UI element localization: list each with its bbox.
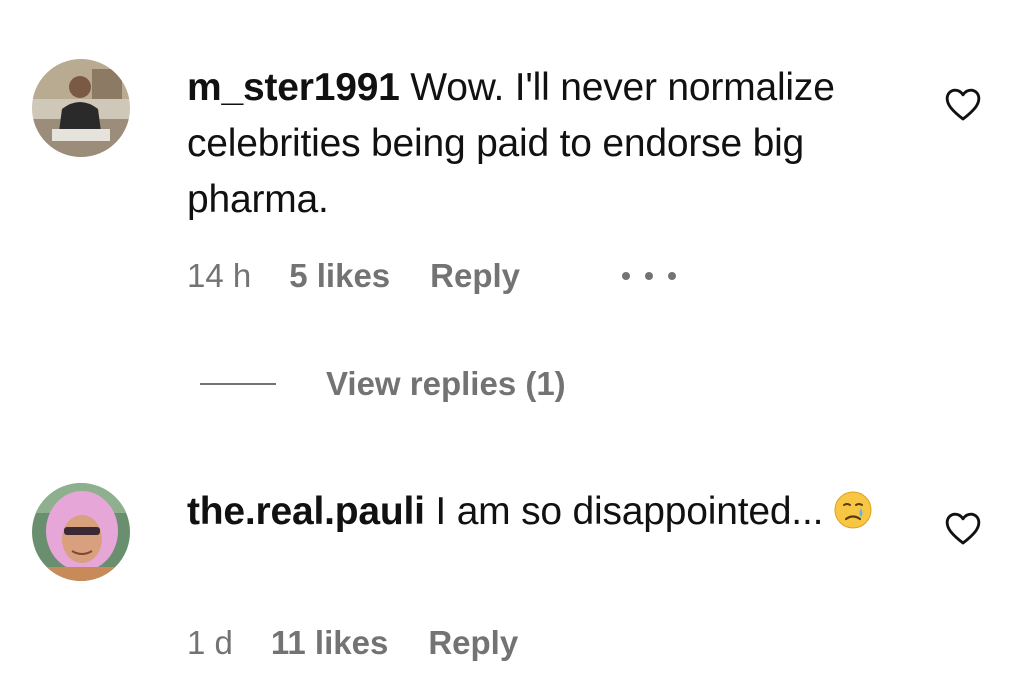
user-photo-avatar-icon [32, 59, 130, 157]
comment-body: I am so disappointed... [424, 490, 824, 533]
comment-likes[interactable]: 11 likes [271, 624, 388, 662]
avatar[interactable] [32, 483, 130, 581]
comment-username[interactable]: the.real.pauli [187, 490, 425, 533]
like-heart-icon[interactable] [944, 86, 982, 122]
comment-text: the.real.pauli I am so disappointed... [187, 484, 907, 546]
comment-text: m_ster1991 Wow. I'll never normalize cel… [187, 60, 907, 228]
reply-button[interactable]: Reply [430, 257, 520, 295]
avatar[interactable] [32, 59, 130, 157]
view-replies-label: View replies (1) [326, 365, 566, 402]
more-options-icon[interactable] [622, 269, 676, 283]
comment-time: 1 d [187, 624, 233, 661]
user-photo-avatar-icon [32, 483, 130, 581]
crying-face-emoji-icon [833, 490, 873, 546]
comment-username[interactable]: m_ster1991 [187, 66, 400, 109]
comment-meta: 1 d 11 likes Reply [187, 623, 518, 663]
comment-time: 14 h [187, 257, 252, 294]
comment-meta: 14 h 5 likes Reply [187, 256, 520, 296]
like-heart-icon[interactable] [944, 510, 982, 546]
comment-likes[interactable]: 5 likes [289, 257, 390, 295]
view-replies-button[interactable]: View replies (1) [200, 362, 566, 406]
reply-button[interactable]: Reply [428, 624, 518, 662]
replies-divider [200, 383, 276, 385]
